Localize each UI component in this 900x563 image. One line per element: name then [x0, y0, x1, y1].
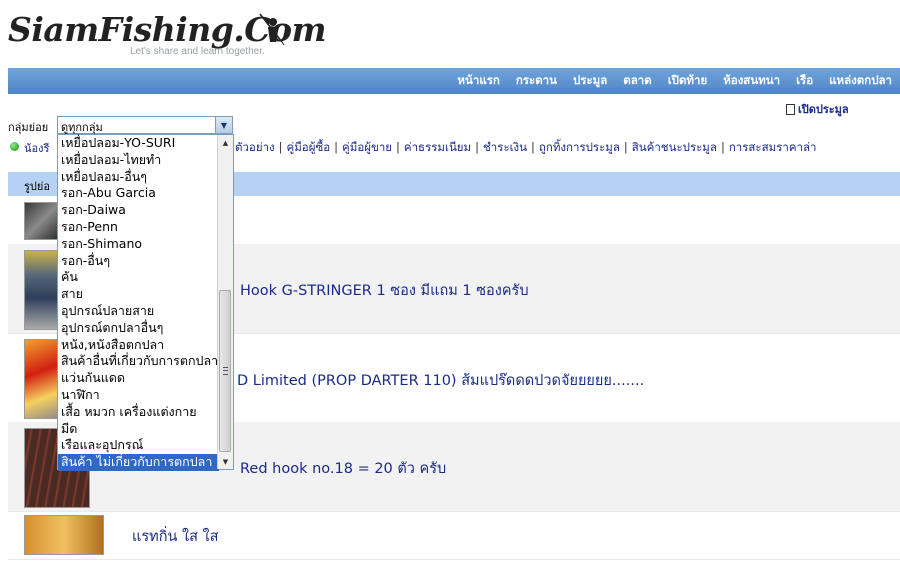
- scrollbar-grip-icon: [223, 367, 228, 375]
- thumbnail-image[interactable]: [24, 202, 60, 240]
- help-link-7[interactable]: การสะสมราคาล่า: [729, 140, 817, 154]
- help-link-1[interactable]: คู่มือผู้ซื้อ: [287, 140, 331, 154]
- table-row[interactable]: แรทกิ่น ใส ใส: [8, 511, 900, 560]
- nav-item-5[interactable]: ห้องสนทนา: [715, 72, 788, 90]
- link-separator: |: [278, 140, 283, 154]
- nav-item-0[interactable]: หน้าแรก: [449, 72, 507, 90]
- row-title[interactable]: Hook G-STRINGER 1 ซอง มีแถม 1 ซองครับ: [240, 279, 529, 302]
- dropdown-options: เหยื่อปลอม-YO-SURI เหยื่อปลอม-ไทยทำ เหยื่อ…: [58, 135, 219, 471]
- scroll-down-icon[interactable]: ▼: [218, 454, 233, 469]
- dropdown-option[interactable]: สินค้า ไม่เกี่ยวกับการตกปลา: [58, 454, 219, 471]
- group-dropdown-list[interactable]: เหยื่อปลอม-YO-SURI เหยื่อปลอม-ไทยทำ เหยื่อ…: [57, 134, 234, 471]
- dropdown-option[interactable]: สาย: [58, 286, 219, 303]
- site-logo[interactable]: SiamFishing.Com Let's share and learn to…: [8, 10, 327, 62]
- dropdown-option[interactable]: นาฬิกา: [58, 387, 219, 404]
- fisherman-logo-icon: [259, 13, 285, 46]
- main-navbar: หน้าแรก กระดาน ประมูล ตลาด เปิดท้าย ห้องสนทนา…: [8, 68, 900, 94]
- dropdown-option[interactable]: รอก-Shimano: [58, 236, 219, 253]
- logo-tagline: Let's share and learn together.: [130, 46, 265, 57]
- thumbnail-image[interactable]: [24, 515, 104, 555]
- dropdown-option[interactable]: อุปกรณ์ปลายสาย: [58, 303, 219, 320]
- dropdown-option[interactable]: หนัง,หนังสือตกปลา: [58, 337, 219, 354]
- link-separator: |: [720, 140, 725, 154]
- row-title[interactable]: Red hook no.18 = 20 ตัว ครับ: [240, 457, 446, 480]
- nav-item-3[interactable]: ตลาด: [615, 72, 659, 90]
- group-select[interactable]: ดูทุกกลุ่ม ▼: [57, 116, 233, 134]
- open-auction-label: เปิดประมูล: [798, 103, 849, 116]
- dropdown-option[interactable]: เหยื่อปลอม-YO-SURI: [58, 135, 219, 152]
- dropdown-option[interactable]: เหยื่อปลอม-อื่นๆ: [58, 169, 219, 186]
- help-link-2[interactable]: คู่มือผู้ขาย: [342, 140, 392, 154]
- link-separator: |: [531, 140, 535, 154]
- dropdown-option[interactable]: แว่นกันแดด: [58, 370, 219, 387]
- dropdown-option[interactable]: รอก-Abu Garcia: [58, 185, 219, 202]
- link-separator: |: [475, 140, 479, 154]
- thumbnail-column-label: รูปย่อ: [24, 180, 50, 193]
- help-link-first[interactable]: น้องรี: [24, 139, 49, 157]
- dropdown-option[interactable]: คัน: [58, 269, 219, 286]
- green-dot-icon: [10, 142, 19, 151]
- help-link-0[interactable]: ตัวอย่าง: [235, 140, 275, 154]
- dropdown-option[interactable]: เสื้อ หมวก เครื่องแต่งกาย: [58, 404, 219, 421]
- dropdown-option[interactable]: สินค้าอื่นที่เกี่ยวกับการตกปลา: [58, 353, 219, 370]
- dropdown-scrollbar[interactable]: ▲ ▼: [217, 135, 233, 469]
- dropdown-option[interactable]: เรือและอุปกรณ์: [58, 437, 219, 454]
- link-separator: |: [396, 140, 400, 154]
- nav-item-1[interactable]: กระดาน: [508, 72, 565, 90]
- help-link-4[interactable]: ชำระเงิน: [483, 140, 527, 154]
- dropdown-option[interactable]: อุปกรณ์ตกปลาอื่นๆ: [58, 320, 219, 337]
- nav-items: หน้าแรก กระดาน ประมูล ตลาด เปิดท้าย ห้องสนทนา…: [449, 68, 900, 94]
- help-links: ตัวอย่าง | คู่มือผู้ซื้อ | คู่มือผู้ขาย | ค่าธ…: [235, 139, 817, 157]
- scroll-up-icon[interactable]: ▲: [218, 135, 233, 150]
- thumbnail-image[interactable]: [24, 250, 60, 330]
- help-link-5[interactable]: ถูกทิ้งการประมูล: [539, 140, 620, 154]
- nav-item-4[interactable]: เปิดท้าย: [660, 72, 715, 90]
- dropdown-option[interactable]: รอก-อื่นๆ: [58, 253, 219, 270]
- help-link-6[interactable]: สินค้าชนะประมูล: [632, 140, 717, 154]
- dropdown-arrow-icon[interactable]: ▼: [215, 117, 232, 133]
- nav-item-6[interactable]: เรือ: [788, 72, 821, 90]
- row-title[interactable]: D Limited (PROP DARTER 110) ส้มแปร๊ดดดปว…: [237, 369, 644, 392]
- nav-item-7[interactable]: แหล่งตกปลา: [821, 72, 900, 90]
- link-separator: |: [334, 140, 339, 154]
- link-separator: |: [623, 140, 628, 154]
- dropdown-option[interactable]: รอก-Penn: [58, 219, 219, 236]
- scrollbar-thumb[interactable]: [219, 290, 231, 452]
- document-icon: [786, 103, 795, 115]
- group-filter-label: กลุ่มย่อย: [8, 121, 49, 134]
- open-auction-link[interactable]: เปิดประมูล: [786, 100, 849, 118]
- help-link-3[interactable]: ค่าธรรมเนียม: [404, 140, 471, 154]
- dropdown-option[interactable]: มีด: [58, 421, 219, 438]
- nav-item-2[interactable]: ประมูล: [565, 72, 615, 90]
- dropdown-option[interactable]: เหยื่อปลอม-ไทยทำ: [58, 152, 219, 169]
- row-title[interactable]: แรทกิ่น ใส ใส: [132, 525, 218, 548]
- dropdown-option[interactable]: รอก-Daiwa: [58, 202, 219, 219]
